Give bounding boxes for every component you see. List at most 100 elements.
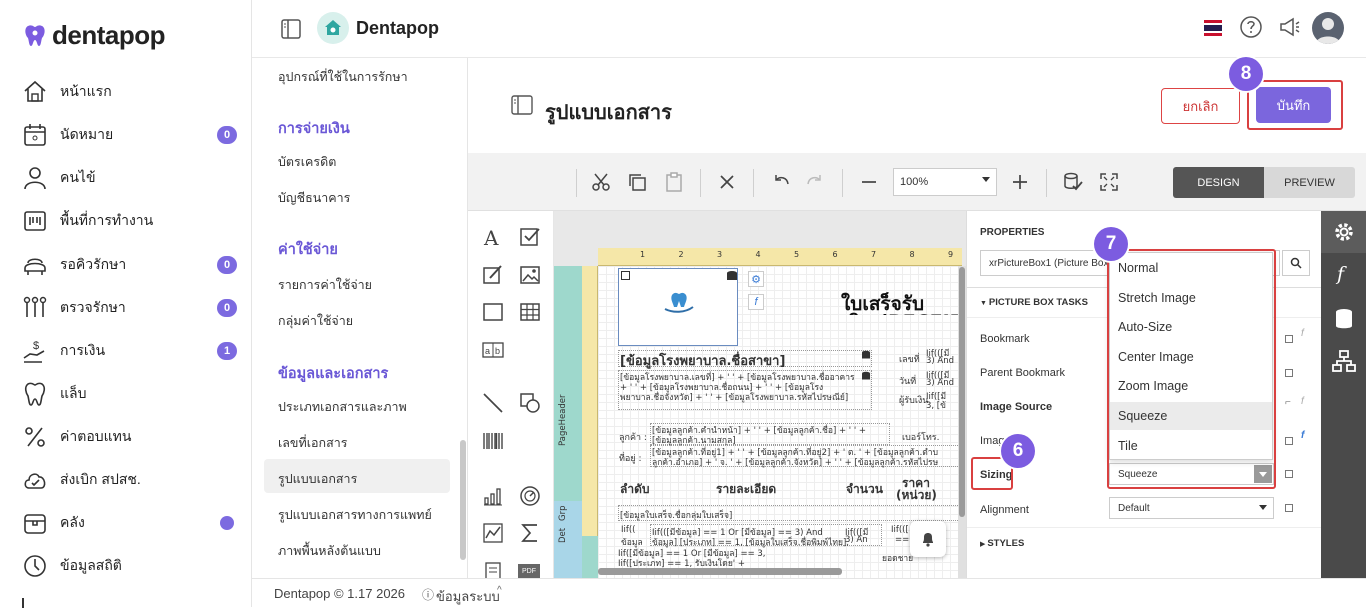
charactercomb-tool-icon[interactable]: ab — [481, 338, 505, 362]
receipt-title-line2[interactable]: เงิน (RECEIPT — [844, 307, 966, 315]
sidebar-item-8[interactable]: ค่าตอบแทน — [22, 423, 237, 451]
checkbox-tool-icon[interactable] — [518, 225, 542, 249]
sidebar-item-6[interactable]: $ การเงิน 1 — [22, 337, 237, 365]
pdf-tool-icon[interactable]: PDF — [518, 564, 540, 578]
sparkline-tool-icon[interactable] — [481, 521, 505, 545]
sidebar-item-11[interactable]: ข้อมูลสถิติ — [22, 552, 237, 580]
sidebar-item-9[interactable]: ส่งเบิก สปสช. — [22, 466, 237, 494]
chevron-up-icon[interactable]: ^ — [497, 585, 502, 596]
bookmark-checkbox[interactable] — [1285, 335, 1293, 343]
subnav-item-background[interactable]: ภาพพื้นหลังต้นแบบ — [278, 541, 381, 561]
sidebar-item-7[interactable]: แล็บ — [22, 380, 237, 408]
sidebar-item-4[interactable]: รอคิวรักษา 0 — [22, 251, 237, 279]
sidebar-item-0[interactable]: หน้าแรก — [22, 78, 237, 106]
image-source-fx-icon[interactable]: f — [1301, 396, 1304, 407]
notification-bell-button[interactable] — [910, 521, 946, 557]
expr-date-2: 3) And — [926, 378, 955, 388]
brand-logo[interactable]: dentapop — [24, 20, 166, 51]
fullscreen-icon[interactable] — [1098, 171, 1120, 193]
help-icon[interactable] — [1239, 15, 1263, 39]
chart-tool-icon[interactable] — [481, 484, 505, 508]
percent-icon — [25, 427, 45, 447]
preview-tab[interactable]: PREVIEW — [1264, 167, 1355, 198]
summary-tool-icon[interactable] — [518, 521, 542, 545]
user-avatar[interactable] — [1312, 12, 1344, 44]
image-checkbox[interactable] — [1285, 437, 1293, 445]
sidebar-item-5[interactable]: ตรวจรักษา 0 — [22, 294, 237, 322]
cancel-button[interactable]: ยกเลิก — [1161, 88, 1240, 124]
picture-tool-icon[interactable] — [518, 263, 542, 287]
canvas-vscroll-thumb[interactable] — [959, 267, 965, 517]
image-fx-icon[interactable]: f — [1301, 430, 1304, 441]
design-tab[interactable]: DESIGN — [1173, 167, 1264, 198]
subnav-item-credit-card[interactable]: บัตรเครดิต — [278, 152, 336, 172]
search-button[interactable] — [1282, 250, 1310, 276]
subnav-item-doc-templates[interactable]: รูปแบบเอกสาร — [278, 469, 357, 489]
subnav-item-doc-types[interactable]: ประเภทเอกสารและภาพ — [278, 397, 407, 417]
shape-tool-icon[interactable] — [518, 391, 542, 415]
cut-icon[interactable] — [590, 171, 612, 193]
sizing-checkbox[interactable] — [1285, 470, 1293, 478]
expr-receiver-2: 3, [ข้ — [926, 401, 946, 411]
expression-fx-icon[interactable]: f — [748, 294, 764, 310]
subnav-item-doc-numbers[interactable]: เลขที่เอกสาร — [278, 433, 347, 453]
subnav-item-medical-templates[interactable]: รูปแบบเอกสารทางการแพทย์ — [278, 505, 432, 525]
alignment-checkbox[interactable] — [1285, 504, 1293, 512]
subnav-item-equipment[interactable]: อุปกรณ์ที่ใช้ในการรักษา — [278, 67, 408, 87]
delete-icon[interactable] — [716, 171, 738, 193]
gear-icon[interactable] — [1333, 221, 1355, 243]
sidebar-item-label: คลัง — [60, 514, 85, 530]
validate-bindings-icon[interactable] — [1062, 171, 1084, 193]
subnav-item-expense-list[interactable]: รายการค่าใช้จ่าย — [278, 275, 372, 295]
subnav-scrollbar[interactable] — [460, 440, 466, 560]
sidebar-toggle-icon[interactable] — [280, 18, 302, 40]
app-title: Dentapop — [356, 18, 439, 38]
sidebar-item-3[interactable]: พื้นที่การทำงาน — [22, 207, 237, 235]
richtext-tool-icon[interactable] — [481, 263, 505, 287]
field-list-database-icon[interactable] — [1334, 308, 1354, 330]
redo-icon[interactable] — [804, 171, 826, 193]
copy-icon[interactable] — [626, 171, 648, 193]
detail-left-1: Iif(( — [621, 525, 636, 535]
picture-box-selected[interactable] — [618, 268, 738, 346]
thai-flag-icon[interactable] — [1204, 20, 1222, 36]
smart-tag-gear-icon[interactable]: ⚙ — [748, 271, 764, 287]
ruler-tick-label: 1 — [640, 250, 646, 259]
table-tool-icon[interactable] — [518, 300, 542, 324]
announcement-icon[interactable] — [1278, 15, 1302, 39]
zoom-select[interactable]: 100% — [893, 168, 997, 196]
label-tool-icon[interactable]: A — [481, 225, 505, 249]
control-toolbox: A ab PDF — [468, 211, 554, 582]
barcode-tool-icon[interactable] — [481, 429, 505, 453]
report-explorer-icon[interactable] — [1332, 350, 1356, 372]
band-label-pageheader: PageHeader — [558, 394, 568, 446]
sidebar-item-1[interactable]: นัดหมาย 0 — [22, 121, 237, 149]
zoom-out-icon[interactable] — [858, 171, 880, 193]
gauge-tool-icon[interactable] — [518, 484, 542, 508]
canvas-hscroll-thumb[interactable] — [598, 568, 842, 575]
line-tool-icon[interactable] — [481, 391, 505, 415]
page-sidebar-icon[interactable] — [511, 95, 533, 115]
parent-bookmark-checkbox[interactable] — [1285, 369, 1293, 377]
alignment-select[interactable]: Default — [1109, 497, 1274, 519]
sidebar-item-2[interactable]: คนไข้ — [22, 164, 237, 192]
step-badge-sizing: 6 — [1001, 434, 1035, 468]
styles-section[interactable]: ▶ STYLES — [980, 538, 1024, 549]
system-info-link[interactable]: ข้อมูลระบบ — [436, 586, 500, 607]
panel-tool-icon[interactable] — [481, 300, 505, 324]
styles-label: STYLES — [987, 538, 1025, 549]
undo-icon[interactable] — [770, 171, 792, 193]
svg-text:$: $ — [33, 340, 39, 352]
expressions-fx-icon[interactable]: f — [1337, 263, 1344, 285]
subnav-item-expense-group[interactable]: กลุ่มค่าใช้จ่าย — [278, 311, 353, 331]
report-canvas[interactable]: 12345678910 PageHeader Grp Det ⚙ f ใบเสร… — [554, 211, 966, 578]
image-source-expander[interactable]: ⌐ — [1285, 397, 1291, 408]
sidebar-item-10[interactable]: คลัง — [22, 509, 237, 537]
search-icon — [1290, 257, 1302, 269]
chevron-down-icon — [982, 177, 990, 182]
zoom-in-icon[interactable] — [1009, 171, 1031, 193]
picture-box-tasks-heading[interactable]: ▼ PICTURE BOX TASKS — [980, 297, 1088, 308]
bookmark-fx-icon[interactable]: f — [1301, 328, 1304, 339]
paste-icon[interactable] — [663, 171, 685, 193]
subnav-item-bank-account[interactable]: บัญชีธนาคาร — [278, 188, 350, 208]
